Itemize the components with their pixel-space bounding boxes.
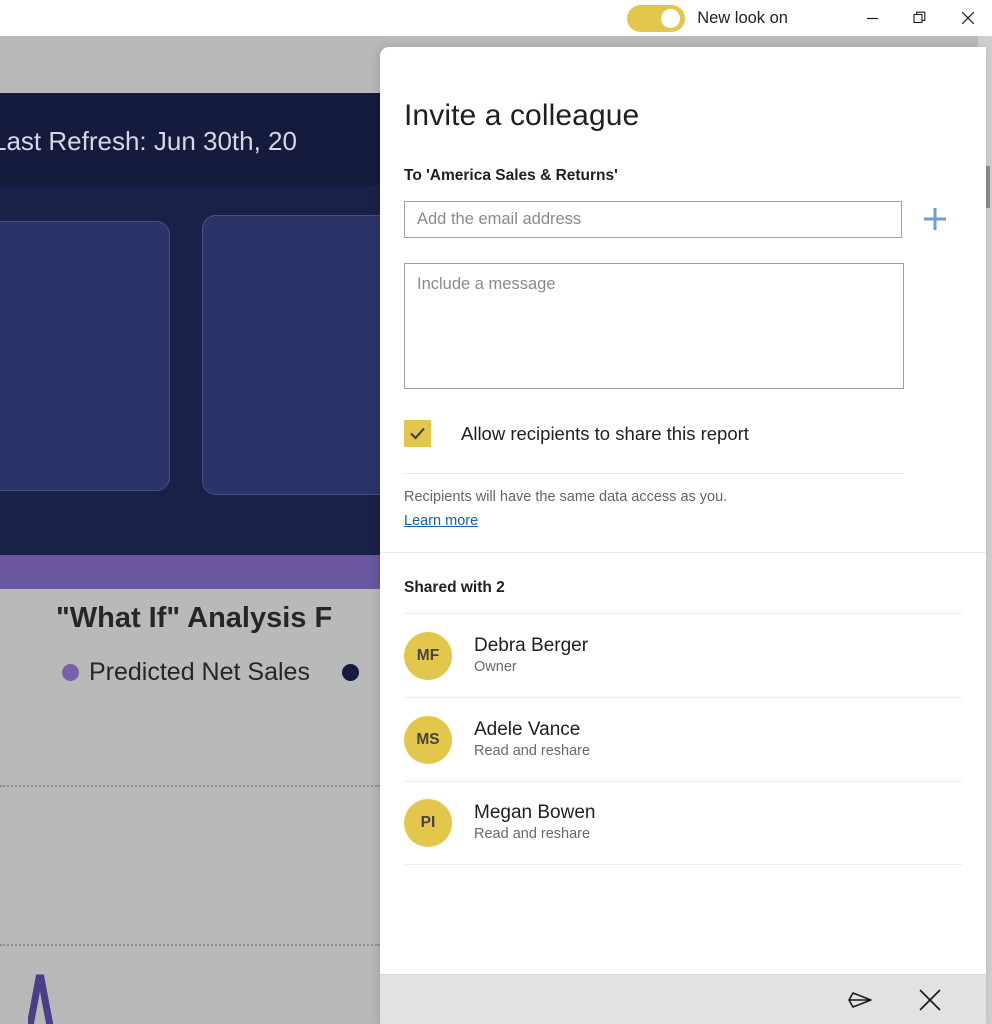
allow-reshare-checkbox[interactable] — [404, 420, 431, 447]
window-titlebar: New look on — [0, 0, 992, 36]
list-item[interactable]: MF Debra Berger Owner — [404, 613, 962, 697]
list-item[interactable]: PI Megan Bowen Read and reshare — [404, 781, 962, 865]
chart-legend: Predicted Net Sales — [62, 658, 359, 687]
person-info: Adele Vance Read and reshare — [474, 718, 590, 761]
restore-icon — [913, 11, 926, 24]
chart-title: "What If" Analysis F — [56, 602, 333, 634]
chart-line-mark — [28, 974, 54, 1024]
close-icon — [919, 988, 941, 1011]
invite-dialog-body: Invite a colleague To 'America Sales & R… — [380, 47, 986, 974]
allow-reshare-row[interactable]: Allow recipients to share this report — [380, 394, 986, 447]
restore-button[interactable] — [896, 0, 944, 36]
dismiss-dialog-button[interactable] — [910, 980, 950, 1020]
new-look-toggle[interactable] — [627, 4, 686, 32]
send-invite-button[interactable] — [840, 980, 880, 1020]
person-info: Debra Berger Owner — [474, 634, 588, 677]
new-look-label: New look on — [697, 8, 788, 27]
person-role: Read and reshare — [474, 826, 591, 843]
dialog-title: Invite a colleague — [404, 99, 640, 132]
person-info: Megan Bowen Read and reshare — [474, 801, 595, 844]
new-look-group: New look on — [627, 4, 788, 32]
avatar: MS — [404, 715, 452, 764]
data-access-note: Recipients will have the same data acces… — [404, 489, 728, 505]
allow-reshare-label: Allow recipients to share this report — [461, 422, 749, 444]
person-name: Debra Berger — [474, 634, 589, 656]
person-role: Read and reshare — [474, 742, 591, 759]
message-input[interactable] — [404, 263, 904, 389]
learn-more-link[interactable]: Learn more — [380, 505, 502, 529]
legend-dot-predicted-net-sales — [62, 664, 79, 681]
list-item[interactable]: MS Adele Vance Read and reshare — [404, 697, 962, 781]
minimize-button[interactable] — [848, 0, 896, 36]
chart-gridline — [0, 785, 380, 787]
last-refresh-text: Last Refresh: Jun 30th, 20 — [0, 126, 297, 156]
invite-colleague-dialog: Invite a colleague To 'America Sales & R… — [380, 47, 986, 1024]
email-entry-row — [380, 185, 986, 239]
legend-label-predicted-net-sales: Predicted Net Sales — [89, 658, 310, 686]
add-recipient-button[interactable] — [908, 199, 962, 239]
shared-people-list: MF Debra Berger Owner MS Adele Vance Rea… — [380, 613, 986, 865]
check-icon — [410, 427, 425, 440]
person-name: Adele Vance — [474, 718, 581, 740]
close-icon — [961, 11, 975, 25]
shared-with-title: Shared with 2 — [404, 579, 505, 596]
minimize-icon — [866, 17, 878, 19]
person-name: Megan Bowen — [474, 802, 596, 824]
kpi-card-forecast[interactable]: cast) — [0, 221, 170, 491]
dialog-subtitle-report-name: To 'America Sales & Returns' — [404, 167, 618, 184]
send-icon — [848, 991, 872, 1008]
window-controls — [848, 0, 992, 36]
email-input[interactable] — [404, 200, 903, 238]
avatar: MF — [404, 631, 452, 680]
avatar: PI — [404, 799, 452, 847]
legend-dot-secondary — [341, 664, 359, 681]
new-look-toggle-knob — [661, 8, 681, 28]
invite-dialog-footer — [380, 974, 986, 1024]
chart-gridline — [0, 944, 380, 946]
close-button[interactable] — [944, 0, 992, 36]
plus-icon — [924, 208, 947, 230]
person-role: Owner — [474, 658, 517, 675]
